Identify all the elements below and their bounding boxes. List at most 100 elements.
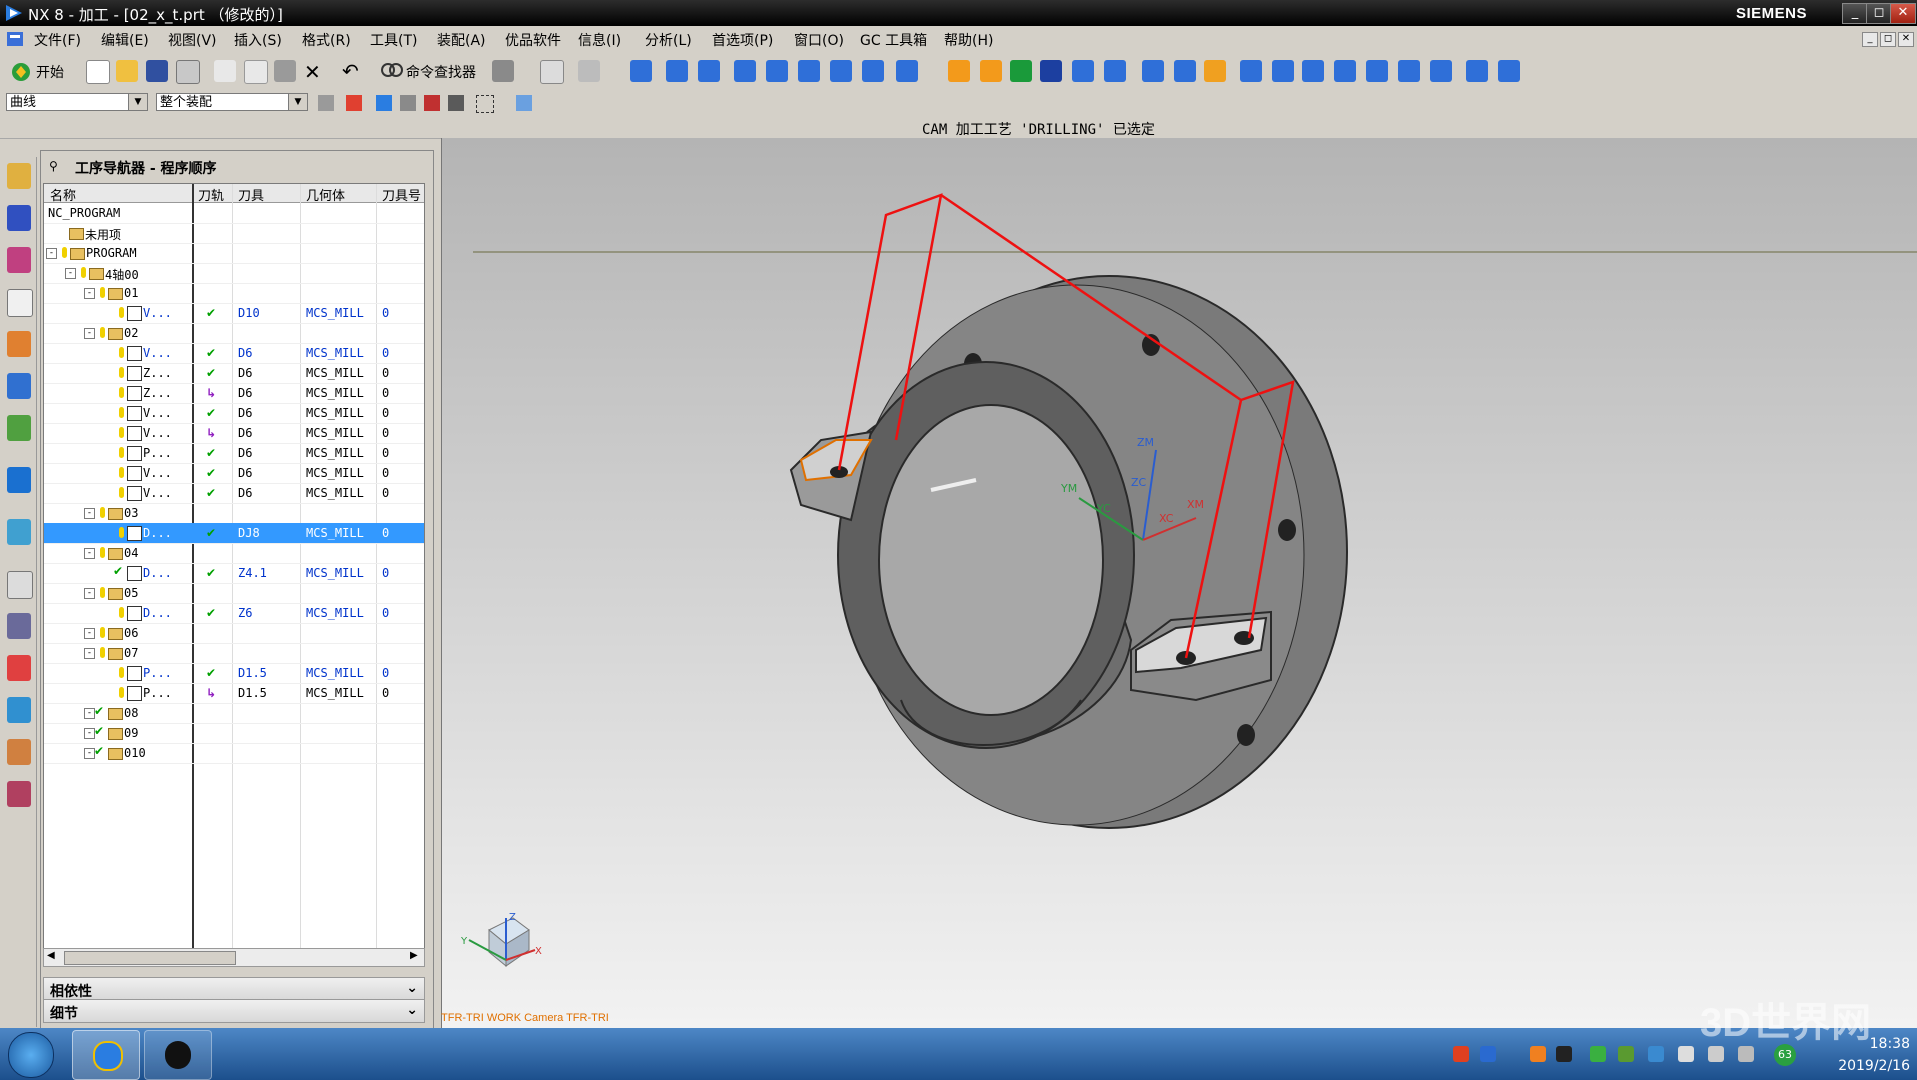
replay-toolpath-icon[interactable] xyxy=(980,60,1002,82)
web-browser-icon[interactable] xyxy=(7,467,31,493)
taskbar-nx-app[interactable] xyxy=(72,1030,140,1080)
table-row[interactable]: - 4轴00 xyxy=(44,263,424,284)
tray-qq-icon[interactable] xyxy=(1556,1046,1572,1062)
clock-date[interactable]: 2019/2/16 xyxy=(1800,1058,1910,1074)
doc-restore-button[interactable]: ◻ xyxy=(1880,32,1896,47)
tray-gpu-icon[interactable] xyxy=(1618,1046,1634,1062)
menu-format[interactable]: 格式(R) xyxy=(302,30,351,50)
table-row[interactable]: V... ✔ D6 MCS_MILL 0 xyxy=(44,463,424,484)
reuse-library-icon[interactable] xyxy=(7,373,31,399)
snap-point-icon[interactable] xyxy=(346,95,362,111)
taskbar-qq-app[interactable] xyxy=(144,1030,212,1080)
table-row[interactable]: V... ✔ D6 MCS_MILL 0 xyxy=(44,343,424,364)
feeds-speeds-icon[interactable] xyxy=(1204,60,1226,82)
shop-docs-icon[interactable] xyxy=(1104,60,1126,82)
menu-assembly[interactable]: 装配(A) xyxy=(437,30,486,50)
column-geometry[interactable]: 几何体 xyxy=(306,185,345,204)
type-filter-select[interactable]: 曲线 ▼ xyxy=(6,93,148,111)
expand-toggle-icon[interactable]: - xyxy=(84,588,95,599)
table-row[interactable]: 未用项 xyxy=(44,223,424,244)
table-row[interactable]: P... ✔ D1.5 MCS_MILL 0 xyxy=(44,663,424,684)
verify-toolpath-icon[interactable] xyxy=(1010,60,1032,82)
operation-navigator-icon[interactable] xyxy=(7,289,33,317)
table-row[interactable]: - 01 xyxy=(44,283,424,304)
table-row[interactable]: ✔ D... ✔ Z4.1 MCS_MILL 0 xyxy=(44,563,424,584)
doc-minimize-button[interactable]: _ xyxy=(1862,32,1878,47)
path-edit-icon[interactable] xyxy=(1302,60,1324,82)
select-face-icon[interactable] xyxy=(376,95,392,111)
menu-help[interactable]: 帮助(H) xyxy=(944,30,993,50)
delete-icon[interactable]: ✕ xyxy=(304,60,321,84)
expand-toggle-icon[interactable]: - xyxy=(65,268,76,279)
table-row[interactable]: NC_PROGRAM xyxy=(44,203,424,224)
table-row[interactable]: - 07 xyxy=(44,643,424,664)
tray-usb-icon[interactable] xyxy=(1678,1046,1694,1062)
new-file-icon[interactable] xyxy=(86,60,110,84)
menu-insert[interactable]: 插入(S) xyxy=(234,30,282,50)
export-icon[interactable] xyxy=(1466,60,1488,82)
roles-icon[interactable] xyxy=(7,739,31,765)
table-row[interactable]: D... ✔ DJ8 MCS_MILL 0 xyxy=(44,523,424,544)
tray-volume-icon[interactable] xyxy=(1708,1046,1724,1062)
create-tool-icon[interactable] xyxy=(830,60,852,82)
expand-toggle-icon[interactable]: - xyxy=(84,288,95,299)
expand-toggle-icon[interactable]: - xyxy=(84,628,95,639)
geometry-view-icon[interactable] xyxy=(734,60,756,82)
print-icon[interactable] xyxy=(176,60,200,84)
constraint-navigator-icon[interactable] xyxy=(7,205,31,231)
info-icon[interactable] xyxy=(630,60,652,82)
command-finder-button[interactable]: 命令查找器 xyxy=(406,62,476,82)
table-row[interactable]: D... ✔ Z6 MCS_MILL 0 xyxy=(44,603,424,624)
clock-icon[interactable] xyxy=(7,571,33,599)
column-tool-number[interactable]: 刀具号 xyxy=(382,185,421,204)
object-edit-icon[interactable] xyxy=(1272,60,1294,82)
graphics-window[interactable]: ZM ZC YM YC XC XM Z Y X xyxy=(441,138,1917,1028)
tray-ime-icon[interactable] xyxy=(1530,1046,1546,1062)
menu-edit[interactable]: 编辑(E) xyxy=(101,30,149,50)
generate-toolpath-icon[interactable] xyxy=(948,60,970,82)
pin-icon[interactable]: ⚲ xyxy=(49,159,58,173)
tray-network-icon[interactable] xyxy=(1648,1046,1664,1062)
menu-info[interactable]: 信息(I) xyxy=(578,30,621,50)
expand-toggle-icon[interactable]: - xyxy=(84,548,95,559)
scroll-thumb[interactable] xyxy=(64,951,236,965)
method-view-icon[interactable] xyxy=(766,60,788,82)
expand-toggle-icon[interactable]: - xyxy=(84,328,95,339)
table-row[interactable]: V... ↳ D6 MCS_MILL 0 xyxy=(44,423,424,444)
clock-time[interactable]: 18:38 xyxy=(1800,1036,1910,1052)
details-panel-header[interactable]: 细节 ⌄ xyxy=(43,999,425,1023)
copy-icon[interactable] xyxy=(244,60,268,84)
machine-navigator-icon[interactable] xyxy=(7,331,31,357)
menu-analysis[interactable]: 分析(L) xyxy=(645,30,692,50)
menu-tools[interactable]: 工具(T) xyxy=(370,30,417,50)
open-folder-icon[interactable] xyxy=(116,60,138,82)
paste-icon[interactable] xyxy=(274,60,296,82)
stamp-icon[interactable] xyxy=(492,60,514,82)
start-button[interactable]: 开始 xyxy=(36,62,64,82)
minimize-button[interactable]: _ xyxy=(1842,3,1868,24)
column-tool[interactable]: 刀具 xyxy=(238,185,264,204)
doc-close-button[interactable]: ✕ xyxy=(1898,32,1914,47)
tray-input-icon[interactable] xyxy=(1453,1046,1469,1062)
menu-view[interactable]: 视图(V) xyxy=(168,30,217,50)
table-row[interactable]: - 04 xyxy=(44,543,424,564)
menu-youpin[interactable]: 优品软件 xyxy=(505,30,561,50)
select-feature-icon[interactable] xyxy=(448,95,464,111)
save-icon[interactable] xyxy=(146,60,168,82)
settings-gear-icon[interactable] xyxy=(896,60,918,82)
table-row[interactable]: V... ✔ D6 MCS_MILL 0 xyxy=(44,483,424,504)
table-row[interactable]: - 06 xyxy=(44,623,424,644)
table-row[interactable]: Z... ✔ D6 MCS_MILL 0 xyxy=(44,363,424,384)
table-row[interactable]: V... ✔ D10 MCS_MILL 0 xyxy=(44,303,424,324)
table-row[interactable]: - 05 xyxy=(44,583,424,604)
scope-select[interactable]: 整个装配 ▼ xyxy=(156,93,308,111)
hd3d-tools-icon[interactable] xyxy=(7,415,31,441)
table-row[interactable]: - 03 xyxy=(44,503,424,524)
restore-button[interactable]: ◻ xyxy=(1866,3,1892,24)
measure-icon[interactable] xyxy=(1398,60,1420,82)
select-body-icon[interactable] xyxy=(400,95,416,111)
program-view-icon[interactable] xyxy=(666,60,688,82)
create-program-icon[interactable] xyxy=(798,60,820,82)
manufacturing-wizards-icon[interactable] xyxy=(7,697,31,723)
delete-op-icon[interactable] xyxy=(1334,60,1356,82)
